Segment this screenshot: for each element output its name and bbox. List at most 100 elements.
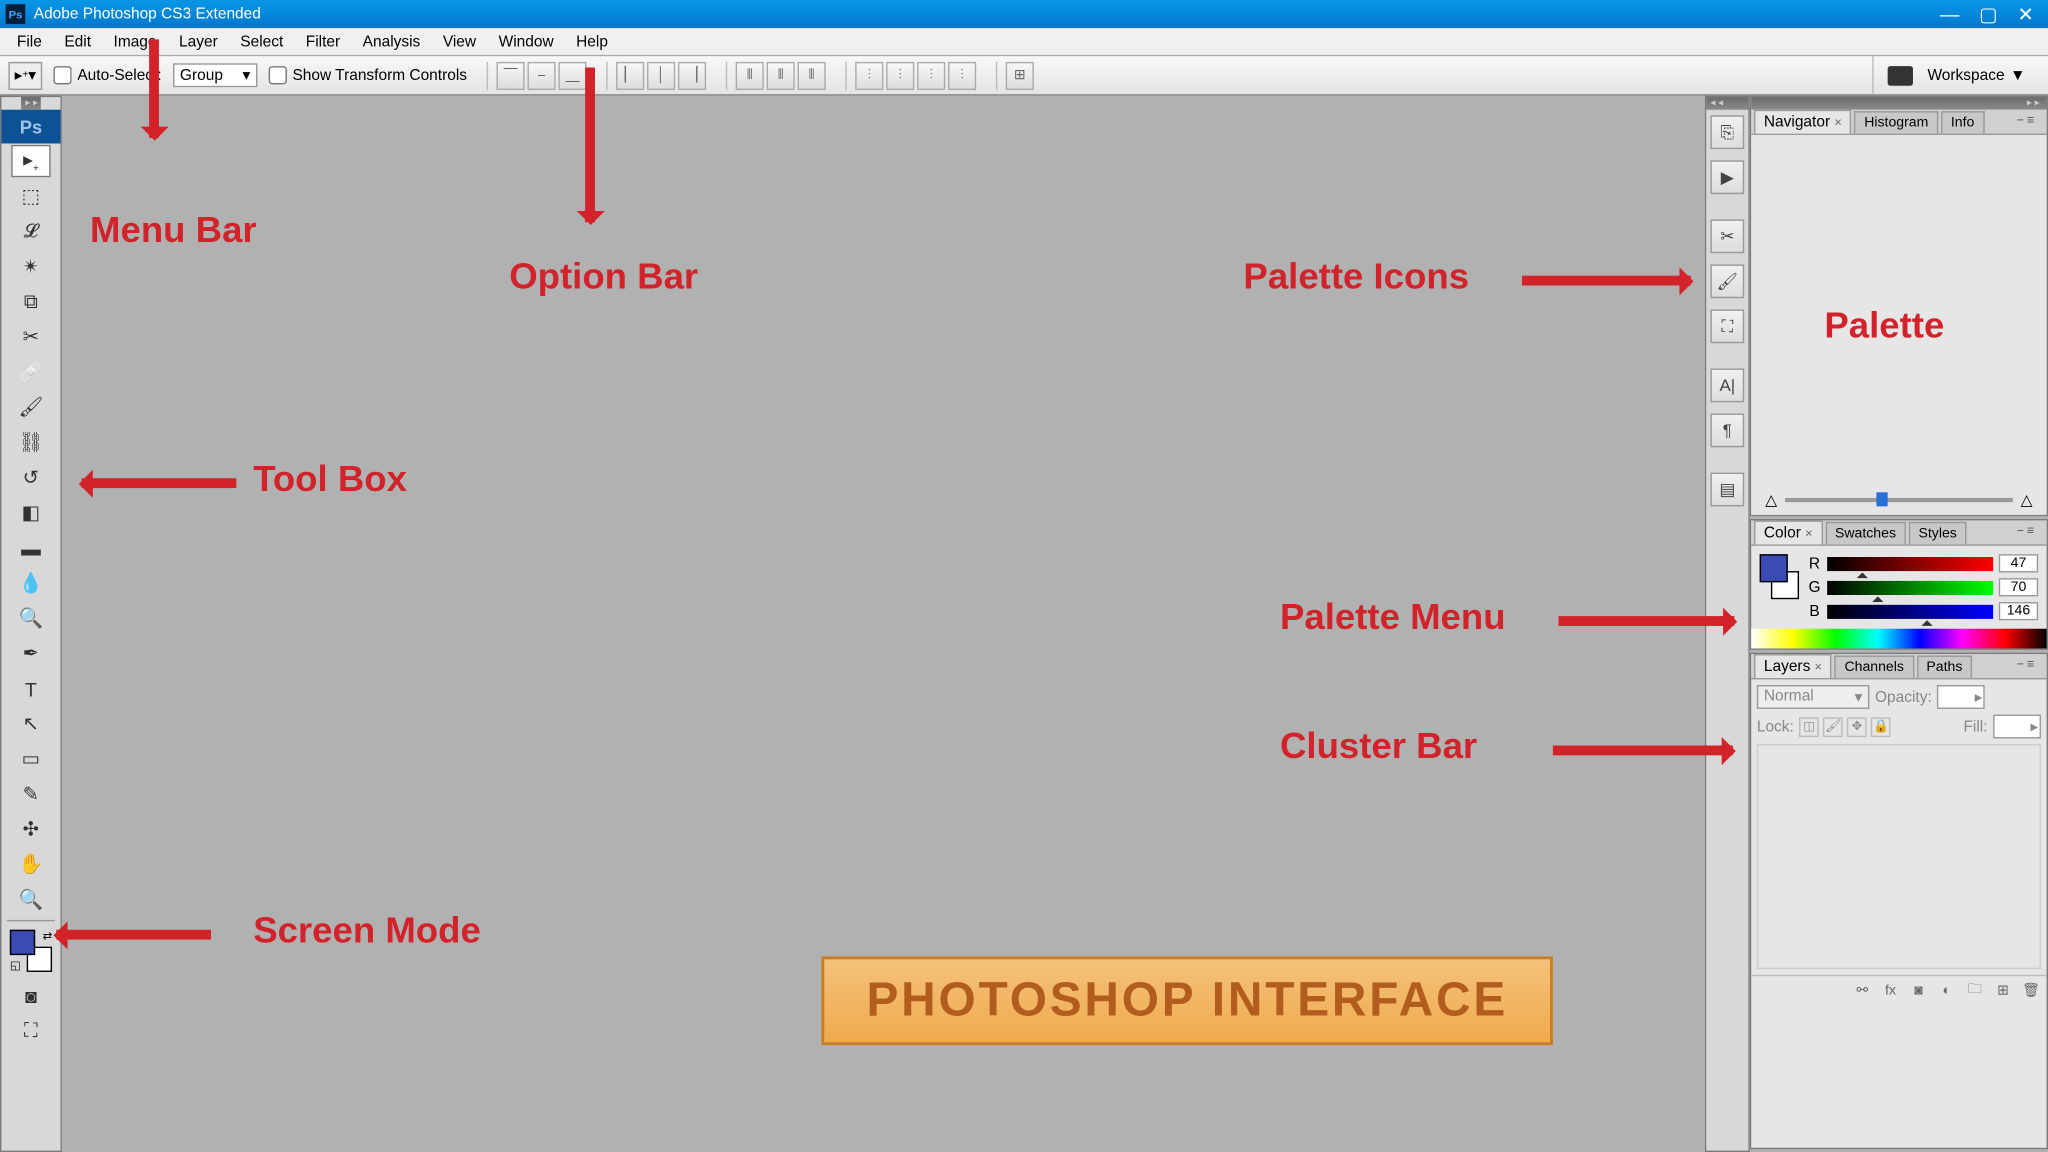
tab-swatches[interactable]: Swatches: [1825, 522, 1906, 545]
distribute-top-icon[interactable]: ⫴: [736, 61, 764, 89]
tab-paths[interactable]: Paths: [1917, 655, 1973, 678]
auto-select-checkbox[interactable]: Auto-Select:: [53, 66, 161, 84]
tab-color[interactable]: Color×: [1754, 520, 1822, 544]
menu-select[interactable]: Select: [229, 29, 295, 54]
quick-mask-mode[interactable]: ◙: [11, 979, 50, 1011]
distribute-left-icon[interactable]: ⫶: [855, 61, 883, 89]
lock-position-icon[interactable]: ✥: [1847, 717, 1867, 737]
menu-edit[interactable]: Edit: [53, 29, 102, 54]
link-layers-icon[interactable]: ⚯: [1851, 980, 1874, 1000]
tab-navigator[interactable]: Navigator×: [1754, 110, 1852, 134]
zoom-in-icon[interactable]: △: [2021, 490, 2033, 508]
show-transform-input[interactable]: [269, 66, 287, 84]
distribute-vcenter-icon[interactable]: ⫴: [767, 61, 795, 89]
adjustment-layer-icon[interactable]: ◐: [1935, 980, 1958, 1000]
tab-layers[interactable]: Layers×: [1754, 654, 1832, 678]
align-bottom-icon[interactable]: ⎽: [558, 61, 586, 89]
go-to-bridge-icon[interactable]: [1888, 65, 1913, 85]
menu-analysis[interactable]: Analysis: [351, 29, 431, 54]
distribute-hcenter-icon[interactable]: ⫶: [886, 61, 914, 89]
g-value[interactable]: 70: [1999, 578, 2038, 596]
align-vcenter-icon[interactable]: ⎯: [528, 61, 556, 89]
close-icon[interactable]: ×: [1805, 526, 1812, 540]
dock-actions-icon[interactable]: ▶: [1710, 160, 1744, 194]
r-slider[interactable]: [1827, 556, 1993, 570]
hand-tool[interactable]: ✋: [11, 848, 50, 880]
align-right-icon[interactable]: ▕: [678, 61, 706, 89]
tab-histogram[interactable]: Histogram: [1854, 111, 1938, 134]
palette-minimize-icon[interactable]: −: [2017, 657, 2024, 671]
fill-input[interactable]: ▸: [1993, 715, 2041, 739]
menu-filter[interactable]: Filter: [295, 29, 352, 54]
tool-preset-picker[interactable]: ▸+ ▾: [8, 61, 42, 89]
zoom-tool[interactable]: 🔍: [11, 883, 50, 915]
foreground-color[interactable]: [10, 930, 35, 955]
dock-layer-comps-icon[interactable]: ▤: [1710, 473, 1744, 507]
layer-mask-icon[interactable]: ◙: [1907, 980, 1930, 1000]
distribute-right-icon[interactable]: ⫶: [917, 61, 945, 89]
default-colors-icon[interactable]: ◱: [10, 959, 21, 972]
toolbox-grip[interactable]: ▸▸: [21, 97, 41, 110]
pen-tool[interactable]: ✒: [11, 637, 50, 669]
dodge-tool[interactable]: 🔍: [11, 602, 50, 634]
marquee-tool[interactable]: ⬚: [11, 180, 50, 212]
magic-wand-tool[interactable]: ✴: [11, 250, 50, 282]
dock-brushes-icon[interactable]: 🖌: [1710, 264, 1744, 298]
palette-minimize-icon[interactable]: −: [2017, 113, 2024, 127]
layer-style-icon[interactable]: fx: [1879, 980, 1902, 1000]
blend-mode-select[interactable]: Normal▾: [1757, 685, 1870, 709]
zoom-slider[interactable]: [1786, 497, 2013, 501]
move-tool[interactable]: ▸+: [11, 145, 50, 177]
dock-grip[interactable]: ◂◂: [1706, 97, 1748, 110]
dock-paragraph-icon[interactable]: ¶: [1710, 414, 1744, 448]
tab-channels[interactable]: Channels: [1835, 655, 1914, 678]
align-hcenter-icon[interactable]: │: [647, 61, 675, 89]
menu-layer[interactable]: Layer: [168, 29, 229, 54]
b-slider[interactable]: [1827, 604, 1993, 618]
dock-tool-presets-icon[interactable]: ✂: [1710, 219, 1744, 253]
close-icon[interactable]: ×: [1815, 660, 1822, 674]
tab-styles[interactable]: Styles: [1909, 522, 1967, 545]
close-icon[interactable]: ×: [1834, 115, 1841, 129]
notes-tool[interactable]: ✎: [11, 778, 50, 810]
new-layer-icon[interactable]: ⊞: [1992, 980, 2015, 1000]
auto-select-mode[interactable]: Group▾: [173, 63, 257, 87]
menu-file[interactable]: File: [6, 29, 53, 54]
lock-transparency-icon[interactable]: ◫: [1799, 717, 1819, 737]
menu-view[interactable]: View: [432, 29, 488, 54]
color-preview[interactable]: [1760, 554, 1799, 599]
align-left-icon[interactable]: ▏: [616, 61, 644, 89]
zoom-out-icon[interactable]: △: [1765, 490, 1777, 508]
palette-menu-icon[interactable]: ≡: [2027, 657, 2044, 674]
distribute-spacing-icon[interactable]: ⫶: [948, 61, 976, 89]
close-button[interactable]: ✕: [2017, 2, 2034, 26]
type-tool[interactable]: T: [11, 672, 50, 704]
tab-info[interactable]: Info: [1941, 111, 1984, 134]
rectangle-tool[interactable]: ▭: [11, 743, 50, 775]
r-value[interactable]: 47: [1999, 554, 2038, 572]
gradient-tool[interactable]: ▬: [11, 532, 50, 564]
minimize-button[interactable]: —: [1940, 2, 1960, 26]
lasso-tool[interactable]: 𝓛: [11, 215, 50, 247]
history-brush-tool[interactable]: ↺: [11, 461, 50, 493]
workspace-dropdown[interactable]: Workspace ▼: [1927, 67, 2025, 84]
lock-all-icon[interactable]: 🔒: [1871, 717, 1891, 737]
eyedropper-tool[interactable]: ✣: [11, 813, 50, 845]
dock-character-icon[interactable]: A|: [1710, 369, 1744, 403]
eraser-tool[interactable]: ◧: [11, 497, 50, 529]
opacity-input[interactable]: ▸: [1937, 685, 1985, 709]
b-value[interactable]: 146: [1999, 602, 2038, 620]
maximize-button[interactable]: ▢: [1979, 2, 1998, 26]
dock-history-icon[interactable]: ⎘: [1710, 115, 1744, 149]
navigator-grip[interactable]: ▸▸: [1751, 97, 2046, 110]
delete-layer-icon[interactable]: 🗑: [2020, 980, 2043, 1000]
show-transform-checkbox[interactable]: Show Transform Controls: [269, 66, 467, 84]
new-group-icon[interactable]: 🗀: [1964, 980, 1987, 1000]
auto-align-icon[interactable]: ⊞: [1006, 61, 1034, 89]
g-slider[interactable]: [1827, 580, 1993, 594]
clone-stamp-tool[interactable]: ⛓: [11, 426, 50, 458]
auto-select-input[interactable]: [53, 66, 71, 84]
crop-tool[interactable]: ⧉: [11, 286, 50, 318]
healing-brush-tool[interactable]: 🩹: [11, 356, 50, 388]
screen-mode-button[interactable]: ⛶: [11, 1014, 50, 1046]
